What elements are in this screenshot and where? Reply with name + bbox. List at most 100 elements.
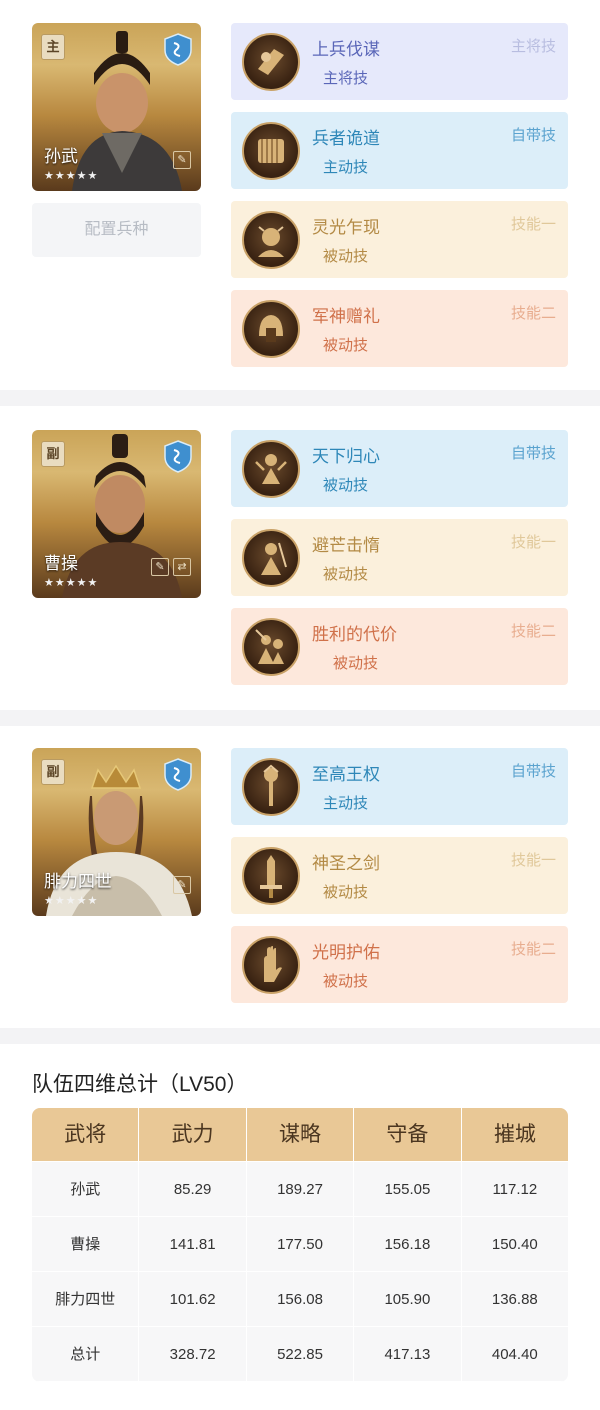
role-badge: 副 [41, 441, 65, 467]
skill-slot: 自带技 [510, 763, 556, 780]
section-divider [0, 390, 600, 406]
skill-slot: 自带技 [510, 127, 556, 144]
skill-name: 胜利的代价 [312, 625, 397, 644]
skill-row[interactable]: 军神赠礼 被动技 技能二 [231, 290, 568, 367]
table-cell: 85.29 [139, 1162, 247, 1216]
table-cell: 腓力四世 [32, 1272, 140, 1326]
section-divider [0, 710, 600, 726]
swap-icon[interactable]: ⇄ [173, 558, 191, 576]
skill-slot: 主将技 [510, 38, 556, 55]
skill-icon-head [242, 211, 300, 269]
skill-icon-scepter [242, 758, 300, 816]
table-cell: 189.27 [247, 1162, 355, 1216]
table-row: 孙武 85.29 189.27 155.05 117.12 [32, 1162, 568, 1217]
star-rating: ★★★★★ [44, 170, 99, 182]
table-header-row: 武将 武力 谋略 守备 摧城 [32, 1108, 568, 1162]
config-troop-button[interactable]: 配置兵种 [32, 203, 201, 257]
skill-name: 至高王权 [312, 765, 380, 784]
table-cell: 156.08 [247, 1272, 355, 1326]
skill-name: 避芒击惰 [312, 536, 380, 555]
skill-row[interactable]: 天下归心 被动技 自带技 [231, 430, 568, 507]
skill-icon-warrior [242, 529, 300, 587]
general-name: 腓力四世 [44, 872, 112, 891]
skill-row[interactable]: 光明护佑 被动技 技能二 [231, 926, 568, 1003]
table-header-cell: 谋略 [247, 1108, 355, 1161]
skill-name: 光明护佑 [312, 943, 380, 962]
skill-type: 被动技 [323, 337, 369, 354]
skill-row[interactable]: 兵者诡道 主动技 自带技 [231, 112, 568, 189]
general-section-1: 主 孙武 ★★★★★ ✎ 配置兵种 上兵伐谋 主将技 主将技 兵者诡道 主动技 … [0, 0, 600, 390]
table-header-cell: 武将 [32, 1108, 140, 1161]
table-cell: 总计 [32, 1327, 140, 1381]
role-badge: 主 [41, 34, 65, 60]
skill-name: 兵者诡道 [312, 129, 380, 148]
summary-title: 队伍四维总计（LV50） [32, 1073, 248, 1096]
table-header-cell: 摧城 [493, 1123, 536, 1146]
skill-row[interactable]: 神圣之剑 被动技 技能一 [231, 837, 568, 914]
table-cell: 136.88 [491, 1291, 538, 1308]
general-card-sunwu[interactable]: 主 孙武 ★★★★★ ✎ [32, 23, 201, 191]
edit-icon[interactable]: ✎ [151, 558, 169, 576]
edit-icon[interactable]: ✎ [173, 151, 191, 169]
general-name: 孙武 [44, 147, 78, 166]
skill-row[interactable]: 上兵伐谋 主将技 主将技 [231, 23, 568, 100]
skill-name: 神圣之剑 [312, 854, 380, 873]
edit-icon[interactable]: ✎ [173, 876, 191, 894]
skill-slot: 技能二 [510, 941, 556, 958]
skill-type: 被动技 [323, 973, 369, 990]
table-cell: 117.12 [492, 1181, 538, 1198]
table-row: 腓力四世 101.62 156.08 105.90 136.88 [32, 1272, 568, 1327]
table-cell: 328.72 [139, 1327, 247, 1381]
table-row: 曹操 141.81 177.50 156.18 150.40 [32, 1217, 568, 1272]
shield-icon [164, 758, 192, 791]
skill-slot: 技能一 [510, 852, 556, 869]
table-cell: 孙武 [32, 1162, 140, 1216]
general-name: 曹操 [44, 554, 78, 573]
table-cell: 156.18 [354, 1217, 462, 1271]
skill-name: 灵光乍现 [312, 218, 380, 237]
skill-row[interactable]: 至高王权 主动技 自带技 [231, 748, 568, 825]
table-cell: 105.90 [354, 1272, 462, 1326]
table-cell: 150.40 [491, 1236, 538, 1253]
skill-icon-bamboo [242, 122, 300, 180]
skill-type: 主动技 [323, 159, 369, 176]
general-card-philip[interactable]: 副 腓力四世 ★★★★★ ✎ [32, 748, 201, 916]
table-row-total: 总计 328.72 522.85 417.13 404.40 [32, 1327, 568, 1382]
table-cell: 155.05 [354, 1162, 462, 1216]
skill-row[interactable]: 胜利的代价 被动技 技能二 [231, 608, 568, 685]
general-section-3: 副 腓力四世 ★★★★★ ✎ 至高王权 主动技 自带技 神圣之剑 被动技 技能一… [0, 726, 600, 1028]
skill-slot: 自带技 [510, 445, 556, 462]
shield-icon [164, 33, 192, 66]
star-rating: ★★★★★ [44, 577, 99, 589]
skill-name: 天下归心 [312, 447, 380, 466]
table-cell: 141.81 [139, 1217, 247, 1271]
skill-icon-scroll [242, 33, 300, 91]
skill-name: 军神赠礼 [312, 307, 380, 326]
table-cell: 522.85 [247, 1327, 355, 1381]
skill-type: 主动技 [323, 795, 369, 812]
skill-type: 被动技 [323, 248, 369, 265]
skill-slot: 技能二 [510, 305, 556, 322]
skill-row[interactable]: 避芒击惰 被动技 技能一 [231, 519, 568, 596]
skill-type: 被动技 [323, 566, 369, 583]
shield-icon [164, 440, 192, 473]
table-cell: 曹操 [32, 1217, 140, 1271]
skill-icon-figure [242, 440, 300, 498]
general-card-caocao[interactable]: 副 曹操 ★★★★★ ✎ ⇄ [32, 430, 201, 598]
skill-icon-battle [242, 618, 300, 676]
skill-icon-hand [242, 936, 300, 994]
skill-type: 被动技 [323, 477, 369, 494]
section-divider [0, 1028, 600, 1044]
skill-row[interactable]: 灵光乍现 被动技 技能一 [231, 201, 568, 278]
skill-slot: 技能一 [510, 216, 556, 233]
skill-type: 主将技 [323, 70, 369, 87]
skill-icon-helmet [242, 300, 300, 358]
star-rating: ★★★★★ [44, 895, 99, 907]
skill-slot: 技能一 [510, 534, 556, 551]
skill-icon-sword [242, 847, 300, 905]
table-cell: 404.40 [491, 1346, 538, 1363]
stats-table: 武将 武力 谋略 守备 摧城 孙武 85.29 189.27 155.05 11… [32, 1108, 568, 1382]
skill-name: 上兵伐谋 [312, 40, 380, 59]
table-cell: 101.62 [139, 1272, 247, 1326]
general-section-2: 副 曹操 ★★★★★ ✎ ⇄ 天下归心 被动技 自带技 避芒击惰 被动技 技能一… [0, 406, 600, 710]
